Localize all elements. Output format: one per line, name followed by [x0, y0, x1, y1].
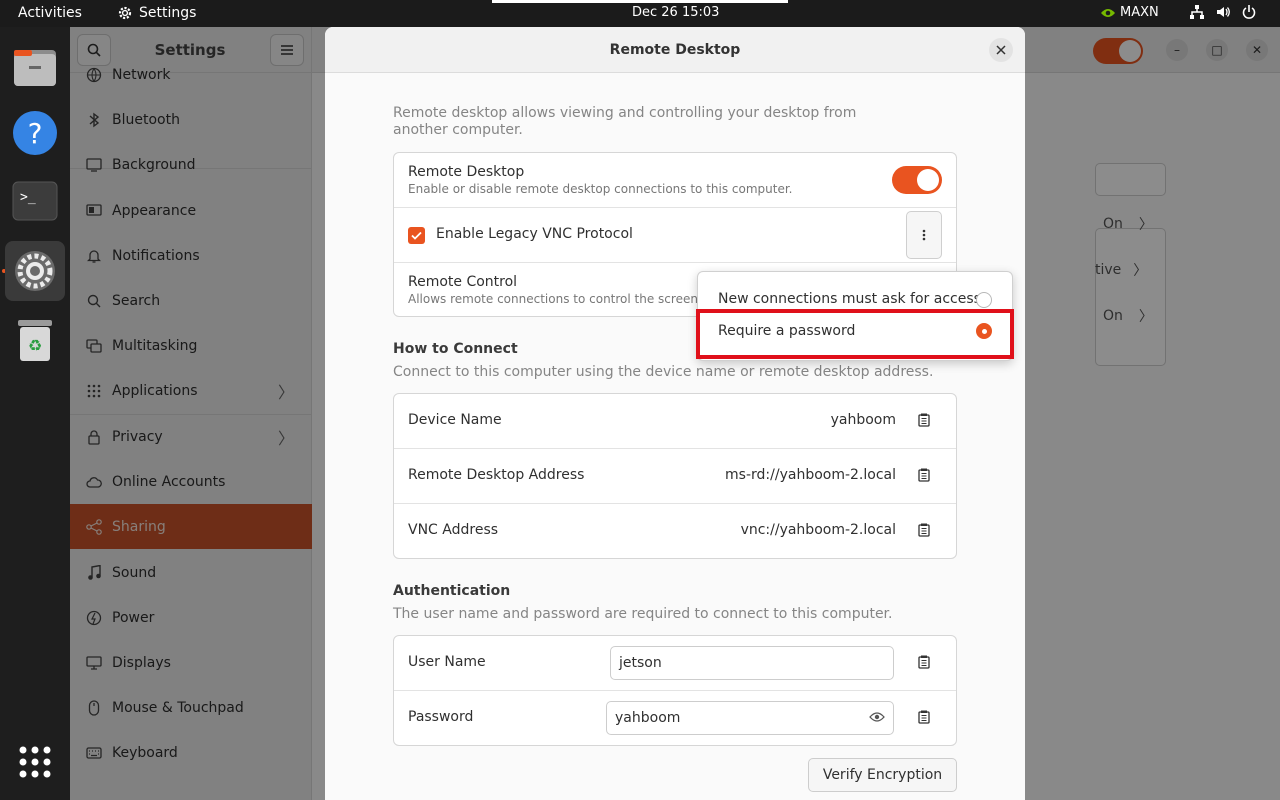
how-to-connect-desc: Connect to this computer using the devic…: [393, 364, 934, 380]
vnc-address-label: VNC Address: [408, 522, 499, 538]
how-to-connect-title: How to Connect: [393, 341, 518, 357]
legacy-vnc-label: Enable Legacy VNC Protocol: [436, 226, 633, 242]
user-name-label: User Name: [408, 654, 486, 670]
authentication-card: User Name jetson Password yahboom: [393, 635, 957, 746]
password-value: yahboom: [615, 710, 681, 726]
copy-icon: [918, 710, 930, 724]
verify-encryption-button[interactable]: Verify Encryption: [808, 758, 957, 792]
dock: ? >_ ♻: [0, 27, 70, 800]
highlight-box: [696, 309, 1014, 359]
top-bar: Activities Settings Dec 26 15:03 MAXN: [0, 0, 1280, 27]
ask-access-radio[interactable]: [976, 292, 992, 308]
password-label: Password: [408, 709, 474, 725]
copy-icon: [918, 468, 930, 482]
vnc-options-button[interactable]: [906, 211, 942, 259]
user-name-row: User Name jetson: [394, 636, 956, 691]
device-name-label: Device Name: [408, 412, 502, 428]
copy-password-button[interactable]: [916, 709, 932, 725]
close-dialog-button[interactable]: [989, 38, 1013, 62]
svg-text:>_: >_: [20, 190, 36, 205]
copy-user-name-button[interactable]: [916, 654, 932, 670]
remote-desktop-label: Remote Desktop: [408, 164, 525, 180]
user-name-value: jetson: [619, 655, 662, 671]
password-row: Password yahboom: [394, 691, 956, 746]
system-tray[interactable]: [1189, 4, 1257, 20]
app-grid-icon[interactable]: [5, 732, 65, 792]
remote-control-sub: Allows remote connections to control the…: [408, 292, 702, 306]
app-name: Settings: [139, 5, 197, 21]
ask-access-option[interactable]: New connections must ask for access: [718, 291, 981, 307]
vertical-dots-icon: [922, 229, 926, 241]
device-name-row: Device Name yahboom: [394, 394, 956, 449]
eye-icon[interactable]: [869, 711, 885, 723]
nvidia-icon: [1101, 8, 1115, 17]
legacy-vnc-checkbox[interactable]: [408, 227, 425, 244]
volume-icon: [1217, 7, 1230, 17]
copy-device-name-button[interactable]: [916, 412, 932, 428]
rd-address-row: Remote Desktop Address ms-rd://yahboom-2…: [394, 449, 956, 504]
remote-desktop-row: Remote Desktop Enable or disable remote …: [394, 153, 956, 208]
legacy-vnc-row: Enable Legacy VNC Protocol: [394, 208, 956, 263]
password-input[interactable]: yahboom: [606, 701, 894, 735]
vnc-address-row: VNC Address vnc://yahboom-2.local: [394, 504, 956, 559]
terminal-icon[interactable]: >_: [5, 171, 65, 231]
dialog-intro: Remote desktop allows viewing and contro…: [393, 105, 857, 138]
settings-icon[interactable]: [5, 241, 65, 301]
copy-icon: [918, 413, 930, 427]
dialog-title: Remote Desktop: [609, 41, 741, 58]
checkmark-icon: [411, 231, 422, 240]
network-wired-icon: [1190, 5, 1204, 19]
authentication-title: Authentication: [393, 583, 511, 599]
power-mode-label: MAXN: [1120, 5, 1159, 20]
trash-icon[interactable]: ♻: [5, 310, 65, 370]
copy-icon: [918, 523, 930, 537]
user-name-input[interactable]: jetson: [610, 646, 894, 680]
device-name-value: yahboom: [830, 412, 896, 428]
gear-icon: [118, 6, 132, 20]
power-icon: [1242, 5, 1256, 19]
activities-button[interactable]: Activities: [18, 5, 82, 21]
rd-address-label: Remote Desktop Address: [408, 467, 585, 483]
app-menu[interactable]: Settings: [117, 5, 196, 21]
remote-desktop-dialog: Remote Desktop Remote desktop allows vie…: [325, 27, 1025, 800]
remote-desktop-toggle[interactable]: [892, 166, 942, 194]
help-icon[interactable]: ?: [5, 103, 65, 163]
nvidia-power-mode[interactable]: MAXN: [1100, 5, 1159, 20]
authentication-desc: The user name and password are required …: [393, 606, 893, 622]
remote-control-label: Remote Control: [408, 274, 518, 290]
remote-desktop-sub: Enable or disable remote desktop connect…: [408, 182, 793, 196]
close-icon: [996, 45, 1006, 55]
top-bar-indicator: [492, 0, 788, 3]
copy-vnc-address-button[interactable]: [916, 522, 932, 538]
copy-icon: [918, 655, 930, 669]
vnc-address-value: vnc://yahboom-2.local: [740, 522, 896, 538]
svg-text:♻: ♻: [28, 336, 42, 355]
copy-rd-address-button[interactable]: [916, 467, 932, 483]
svg-text:?: ?: [28, 117, 43, 150]
rd-address-value: ms-rd://yahboom-2.local: [725, 467, 896, 483]
connection-card: Device Name yahboom Remote Desktop Addre…: [393, 393, 957, 559]
dialog-header: Remote Desktop: [325, 27, 1025, 73]
files-icon[interactable]: [5, 37, 65, 97]
clock[interactable]: Dec 26 15:03: [632, 5, 719, 20]
